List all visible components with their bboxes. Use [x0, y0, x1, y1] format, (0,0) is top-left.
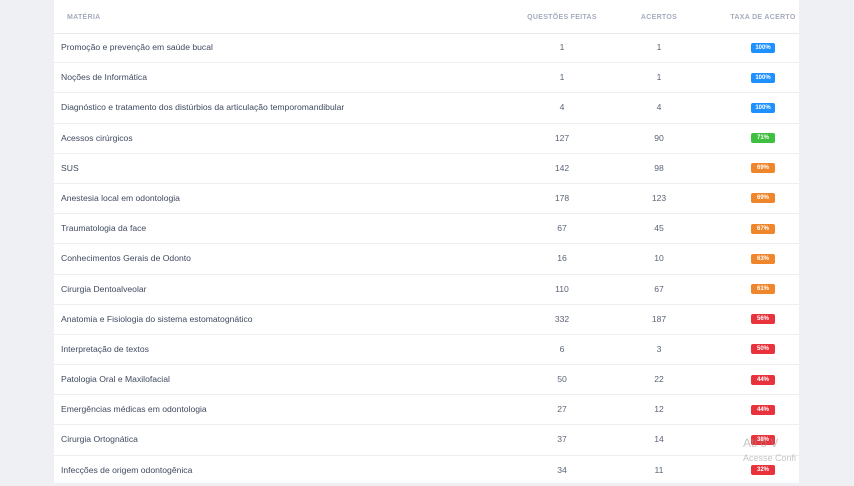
- cell-questoes-feitas: 1: [559, 72, 565, 83]
- rate-badge: 61%: [751, 284, 775, 294]
- cell-taxa-de-acerto: 63%: [713, 244, 813, 273]
- cell-materia: Emergências médicas em odontologia: [61, 404, 207, 415]
- header-questoes-feitas[interactable]: QUESTÕES FEITAS: [502, 14, 622, 21]
- cell-materia: Cirurgia Ortognática: [61, 434, 138, 445]
- cell-questoes-feitas: 37: [557, 434, 567, 445]
- table-row[interactable]: Patologia Oral e Maxilofacial 50 22 44%: [54, 365, 799, 396]
- cell-taxa-de-acerto: 100%: [713, 33, 813, 62]
- cell-acertos: 1: [656, 72, 662, 83]
- cell-acertos: 3: [656, 343, 662, 354]
- cell-questoes-feitas: 67: [557, 223, 567, 234]
- table-row[interactable]: SUS 142 98 69%: [54, 154, 799, 184]
- table-row[interactable]: Noções de Informática 1 1 100%: [54, 63, 799, 94]
- cell-acertos: 98: [654, 162, 664, 173]
- cell-questoes-feitas: 178: [554, 192, 570, 203]
- cell-acertos: 187: [651, 313, 667, 324]
- cell-taxa-de-acerto: 69%: [713, 154, 813, 183]
- header-materia[interactable]: MATÉRIA: [67, 14, 100, 21]
- cell-materia: Conhecimentos Gerais de Odonto: [61, 253, 191, 264]
- cell-questoes-feitas: 6: [559, 343, 565, 354]
- cell-materia: Interpretação de textos: [61, 343, 149, 354]
- rate-badge: 50%: [751, 344, 775, 355]
- cell-materia: Cirurgia Dentoalveolar: [61, 283, 147, 294]
- cell-materia: SUS: [61, 162, 79, 173]
- cell-taxa-de-acerto: 44%: [713, 395, 813, 424]
- cell-materia: Anestesia local em odontologia: [61, 192, 180, 203]
- cell-acertos: 4: [656, 102, 662, 113]
- rate-badge: 69%: [751, 163, 775, 174]
- cell-materia: Diagnóstico e tratamento dos distúrbios …: [61, 102, 345, 113]
- rate-badge: 67%: [751, 223, 775, 234]
- rate-badge: 44%: [751, 404, 775, 415]
- table-header: MATÉRIA QUESTÕES FEITAS ACERTOS TAXA DE …: [54, 0, 799, 34]
- table-row[interactable]: Promoção e prevenção em saúde bucal 1 1 100…: [54, 33, 799, 64]
- cell-taxa-de-acerto: 61%: [713, 275, 813, 304]
- table-row[interactable]: Anatomia e Fisiologia do sistema estomat…: [54, 305, 799, 335]
- table-row[interactable]: Diagnóstico e tratamento dos distúrbios …: [54, 93, 799, 124]
- rate-badge: 100%: [751, 102, 775, 113]
- table-row[interactable]: Infecções de origem odontogênica 34 11 32%: [54, 456, 799, 486]
- table-row[interactable]: Conhecimentos Gerais de Odonto 16 10 63%: [54, 244, 799, 275]
- cell-questoes-feitas: 332: [554, 313, 570, 324]
- cell-acertos: 10: [654, 253, 664, 264]
- watermark-line2: Acesse Confi: [743, 453, 797, 463]
- cell-acertos: 11: [654, 464, 664, 475]
- header-taxa-de-acerto[interactable]: TAXA DE ACERTO: [713, 14, 813, 21]
- cell-materia: Anatomia e Fisiologia do sistema estomat…: [61, 313, 253, 324]
- table-row[interactable]: Cirurgia Dentoalveolar 110 67 61%: [54, 275, 799, 305]
- cell-acertos: 123: [651, 192, 667, 203]
- header-acertos[interactable]: ACERTOS: [609, 14, 709, 21]
- rate-badge: 100%: [751, 72, 775, 83]
- cell-acertos: 45: [654, 223, 664, 234]
- table-row[interactable]: Anestesia local em odontologia 178 123 69%: [54, 184, 799, 215]
- cell-questoes-feitas: 4: [559, 102, 565, 113]
- cell-questoes-feitas: 1: [559, 42, 565, 52]
- cell-acertos: 14: [654, 434, 664, 445]
- table-row[interactable]: Cirurgia Ortognática 37 14 38%: [54, 425, 799, 456]
- cell-acertos: 22: [654, 374, 664, 385]
- cell-questoes-feitas: 127: [554, 132, 570, 143]
- cell-acertos: 67: [654, 283, 664, 294]
- cell-acertos: 12: [654, 404, 664, 415]
- table-row[interactable]: Emergências médicas em odontologia 27 12 44…: [54, 395, 799, 426]
- windows-activation-watermark: Ati o V Acesse Confi: [743, 436, 796, 465]
- cell-materia: Patologia Oral e Maxilofacial: [61, 374, 170, 385]
- cell-materia: Acessos cirúrgicos: [61, 132, 133, 143]
- cell-questoes-feitas: 110: [555, 283, 569, 294]
- rate-badge: 63%: [751, 253, 775, 264]
- cell-taxa-de-acerto: 56%: [713, 305, 813, 334]
- cell-questoes-feitas: 16: [557, 253, 567, 264]
- rate-badge: 32%: [751, 465, 775, 476]
- table-row[interactable]: Acessos cirúrgicos 127 90 71%: [54, 124, 799, 154]
- rate-badge: 100%: [751, 42, 775, 53]
- table-row[interactable]: Traumatologia da face 67 45 67%: [54, 214, 799, 245]
- cell-taxa-de-acerto: 100%: [713, 93, 813, 122]
- cell-materia: Promoção e prevenção em saúde bucal: [61, 42, 213, 52]
- watermark-line1: Ati o V: [743, 436, 779, 450]
- cell-taxa-de-acerto: 50%: [713, 335, 813, 364]
- cell-questoes-feitas: 50: [557, 374, 567, 385]
- cell-questoes-feitas: 142: [554, 162, 570, 173]
- rate-badge: 44%: [751, 374, 775, 385]
- cell-materia: Noções de Informática: [61, 72, 147, 83]
- cell-taxa-de-acerto: 100%: [713, 63, 813, 92]
- cell-acertos: 1: [656, 42, 662, 52]
- cell-materia: Traumatologia da face: [61, 223, 147, 234]
- cell-acertos: 90: [654, 132, 664, 143]
- table-row[interactable]: Interpretação de textos 6 3 50%: [54, 335, 799, 366]
- cell-taxa-de-acerto: 69%: [713, 184, 813, 213]
- cell-taxa-de-acerto: 67%: [713, 214, 813, 243]
- cell-materia: Infecções de origem odontogênica: [61, 464, 193, 475]
- cell-questoes-feitas: 34: [557, 464, 567, 475]
- table-body: Promoção e prevenção em saúde bucal 1 1 100…: [54, 33, 799, 486]
- cell-taxa-de-acerto: 71%: [713, 124, 813, 153]
- cell-taxa-de-acerto: 44%: [713, 365, 813, 394]
- rate-badge: 56%: [751, 314, 775, 325]
- rate-badge: 69%: [751, 193, 775, 204]
- subjects-panel: MATÉRIA QUESTÕES FEITAS ACERTOS TAXA DE …: [54, 0, 799, 486]
- cell-questoes-feitas: 27: [557, 404, 567, 415]
- rate-badge: 71%: [751, 133, 775, 144]
